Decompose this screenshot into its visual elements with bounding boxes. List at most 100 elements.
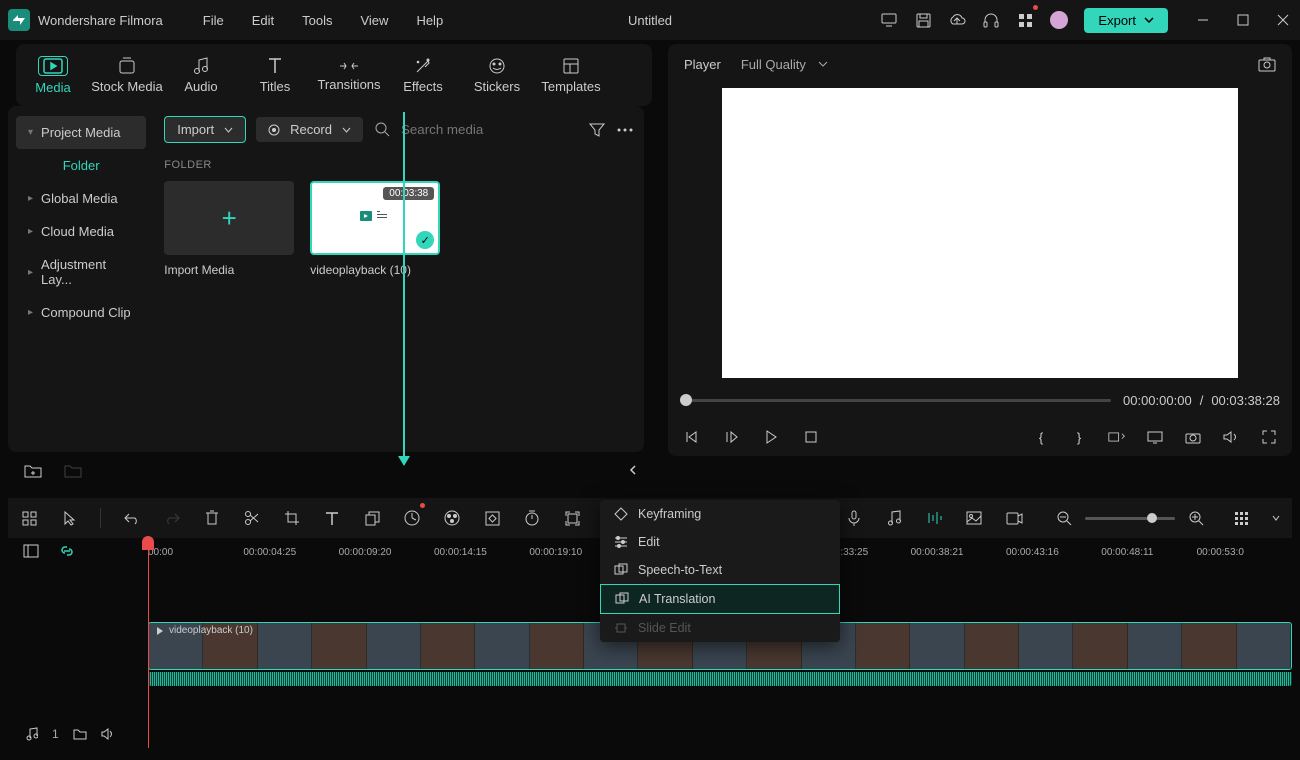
tab-effects[interactable]: Effects bbox=[386, 44, 460, 106]
cloud-icon[interactable] bbox=[948, 11, 966, 29]
mute-icon[interactable] bbox=[101, 728, 115, 740]
tab-stock-media[interactable]: Stock Media bbox=[90, 44, 164, 106]
snapshot-icon[interactable] bbox=[1258, 55, 1276, 73]
export-label: Export bbox=[1098, 13, 1136, 28]
menu-view[interactable]: View bbox=[360, 13, 388, 28]
audio-track-icon bbox=[26, 727, 38, 741]
plus-icon: + bbox=[222, 203, 237, 234]
speed-icon[interactable] bbox=[403, 509, 421, 527]
search-icon bbox=[373, 121, 391, 139]
playhead[interactable] bbox=[148, 538, 149, 748]
camera-icon[interactable] bbox=[1184, 428, 1202, 446]
undo-icon[interactable] bbox=[123, 509, 141, 527]
menu-file[interactable]: File bbox=[203, 13, 224, 28]
zoom-out-icon[interactable] bbox=[1055, 509, 1073, 527]
mark-in-icon[interactable]: { bbox=[1032, 428, 1050, 446]
search-input[interactable] bbox=[401, 122, 578, 137]
redo-icon[interactable] bbox=[163, 509, 181, 527]
zoom-in-icon[interactable] bbox=[1187, 509, 1205, 527]
sidebar-project-media[interactable]: ▾Project Media bbox=[16, 116, 146, 149]
app-name: Wondershare Filmora bbox=[38, 13, 163, 28]
tab-templates[interactable]: Templates bbox=[534, 44, 608, 106]
music-icon[interactable] bbox=[885, 509, 903, 527]
audio-edit-icon[interactable] bbox=[925, 509, 943, 527]
stop-icon[interactable] bbox=[802, 428, 820, 446]
import-button[interactable]: Import bbox=[164, 116, 246, 143]
keyframe-icon[interactable] bbox=[483, 509, 501, 527]
media-clip-card[interactable]: 00:03:38 ✓ videoplayback (10) bbox=[310, 181, 440, 277]
quality-dropdown[interactable]: Full Quality bbox=[741, 57, 828, 72]
menu-slide-edit: Slide Edit bbox=[600, 614, 840, 642]
grid-icon[interactable] bbox=[20, 509, 38, 527]
desktop-icon[interactable] bbox=[880, 11, 898, 29]
new-folder-icon[interactable] bbox=[24, 461, 42, 479]
sidebar-cloud-media[interactable]: ▸Cloud Media bbox=[16, 215, 146, 248]
bin-icon[interactable] bbox=[64, 461, 82, 479]
scrub-slider[interactable] bbox=[680, 399, 1111, 402]
apps-icon[interactable] bbox=[1016, 11, 1034, 29]
maximize-icon[interactable] bbox=[1234, 11, 1252, 29]
fullscreen-icon[interactable] bbox=[1260, 428, 1278, 446]
tab-titles[interactable]: Titles bbox=[238, 44, 312, 106]
preview-canvas bbox=[668, 84, 1292, 382]
sidebar: ▾Project Media Folder ▸Global Media ▸Clo… bbox=[8, 106, 154, 452]
picture-icon[interactable] bbox=[965, 509, 983, 527]
cursor-icon[interactable] bbox=[60, 509, 78, 527]
menu-bar: File Edit Tools View Help bbox=[203, 13, 443, 28]
avatar[interactable] bbox=[1050, 11, 1068, 29]
document-title: Untitled bbox=[628, 13, 672, 28]
tab-audio[interactable]: Audio bbox=[164, 44, 238, 106]
menu-keyframing[interactable]: Keyframing bbox=[600, 500, 840, 528]
check-icon: ✓ bbox=[416, 231, 434, 249]
sidebar-folder[interactable]: Folder bbox=[16, 149, 146, 182]
sidebar-adjustment-layer[interactable]: ▸Adjustment Lay... bbox=[16, 248, 146, 296]
volume-icon[interactable] bbox=[1222, 428, 1240, 446]
collapse-sidebar-icon[interactable] bbox=[624, 461, 642, 479]
menu-speech-to-text[interactable]: Speech-to-Text bbox=[600, 556, 840, 584]
menu-ai-translation[interactable]: AI Translation bbox=[600, 584, 840, 614]
display-icon[interactable] bbox=[1146, 428, 1164, 446]
menu-edit[interactable]: Edit bbox=[600, 528, 840, 556]
split-icon[interactable] bbox=[243, 509, 261, 527]
text-icon[interactable] bbox=[323, 509, 341, 527]
close-icon[interactable] bbox=[1274, 11, 1292, 29]
expand-track-icon[interactable] bbox=[563, 509, 581, 527]
menu-edit[interactable]: Edit bbox=[252, 13, 274, 28]
folder-icon[interactable] bbox=[73, 728, 87, 740]
sidebar-global-media[interactable]: ▸Global Media bbox=[16, 182, 146, 215]
tab-stickers[interactable]: Stickers bbox=[460, 44, 534, 106]
more-icon[interactable] bbox=[616, 121, 634, 139]
audio-waveform[interactable] bbox=[148, 672, 1292, 686]
import-media-card[interactable]: + Import Media bbox=[164, 181, 294, 277]
export-button[interactable]: Export bbox=[1084, 8, 1168, 33]
play-icon[interactable] bbox=[762, 428, 780, 446]
record-button[interactable]: Record bbox=[256, 117, 363, 142]
crop-icon[interactable] bbox=[283, 509, 301, 527]
headphone-icon[interactable] bbox=[982, 11, 1000, 29]
menu-tools[interactable]: Tools bbox=[302, 13, 332, 28]
app-logo bbox=[8, 9, 30, 31]
titlebar: Wondershare Filmora File Edit Tools View… bbox=[0, 0, 1300, 40]
ratio-icon[interactable] bbox=[1108, 428, 1126, 446]
color-icon[interactable] bbox=[443, 509, 461, 527]
link-icon[interactable] bbox=[58, 542, 76, 560]
copy-icon[interactable] bbox=[363, 509, 381, 527]
tab-media[interactable]: Media bbox=[16, 44, 90, 106]
tab-transitions[interactable]: Transitions bbox=[312, 44, 386, 106]
play-pause-icon[interactable] bbox=[722, 428, 740, 446]
save-icon[interactable] bbox=[914, 11, 932, 29]
sidebar-compound-clip[interactable]: ▸Compound Clip bbox=[16, 296, 146, 329]
prev-frame-icon[interactable] bbox=[682, 428, 700, 446]
mark-out-icon[interactable]: } bbox=[1070, 428, 1088, 446]
zoom-slider[interactable] bbox=[1085, 517, 1175, 520]
menu-help[interactable]: Help bbox=[416, 13, 443, 28]
delete-icon[interactable] bbox=[203, 509, 221, 527]
filter-icon[interactable] bbox=[588, 121, 606, 139]
mic-icon[interactable] bbox=[845, 509, 863, 527]
track-panel-icon[interactable] bbox=[22, 542, 40, 560]
view-mode-icon[interactable] bbox=[1232, 509, 1250, 527]
minimize-icon[interactable] bbox=[1194, 11, 1212, 29]
timer-icon[interactable] bbox=[523, 509, 541, 527]
chevron-down-icon[interactable] bbox=[1272, 515, 1280, 521]
video-icon2[interactable] bbox=[1005, 509, 1023, 527]
